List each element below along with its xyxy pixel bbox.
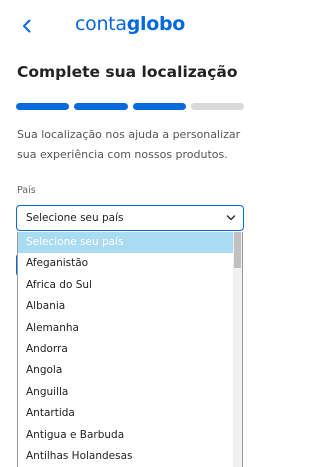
dropdown-option[interactable]: Antilhas Holandesas <box>18 446 242 467</box>
country-field-label: País <box>17 185 36 196</box>
dropdown-option[interactable]: Antigua e Barbuda <box>18 425 242 446</box>
dropdown-option[interactable]: Albania <box>18 296 242 317</box>
page-title: Complete sua localização <box>17 63 238 81</box>
step-progress-bar <box>16 103 244 111</box>
dropdown-option[interactable]: Afeganistão <box>18 253 242 274</box>
dropdown-options: Selecione seu país Afeganistão Africa do S… <box>18 232 242 467</box>
logo-text-conta: conta <box>74 13 127 35</box>
progress-step-3 <box>132 103 186 110</box>
dropdown-option-selected[interactable]: Selecione seu país <box>18 232 242 254</box>
dropdown-option[interactable]: Alemanha <box>18 318 242 339</box>
dropdown-option[interactable]: Anguilla <box>18 382 242 403</box>
dropdown-option[interactable]: Antartida <box>18 403 242 424</box>
dropdown-scrollbar[interactable] <box>233 232 242 467</box>
dropdown-option[interactable]: Andorra <box>18 339 242 360</box>
country-select[interactable]: Selecione seu país <box>16 205 244 231</box>
dropdown-option[interactable]: Angola <box>18 360 242 381</box>
page-description: Sua localização nos ajuda a personalizar… <box>17 128 241 161</box>
logo-text-globo: globo <box>126 13 186 35</box>
header: contaglobo <box>0 0 260 52</box>
country-dropdown-list[interactable]: Selecione seu país Afeganistão Africa do S… <box>17 232 243 467</box>
progress-step-4 <box>190 103 244 110</box>
dropdown-option[interactable]: Africa do Sul <box>18 275 242 296</box>
chevron-down-icon <box>226 215 236 221</box>
progress-step-2 <box>74 103 128 110</box>
contaglobo-logo: contaglobo <box>0 10 260 38</box>
country-select-value: Selecione seu país <box>26 212 124 224</box>
progress-step-1 <box>16 103 70 110</box>
dropdown-scrollbar-thumb[interactable] <box>234 232 241 268</box>
